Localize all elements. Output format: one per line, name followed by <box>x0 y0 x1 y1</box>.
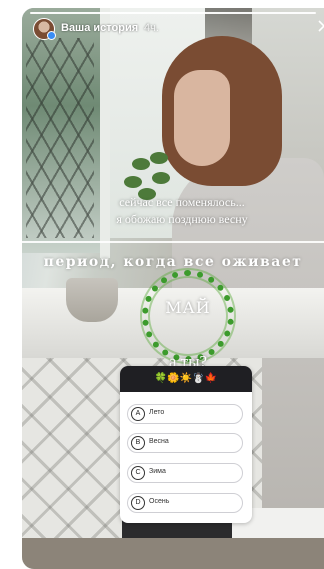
story-timestamp: 4ч. <box>144 22 159 34</box>
floor <box>22 538 324 569</box>
banner-text: период, когда все оживает <box>43 254 303 270</box>
option-letter: B <box>131 436 145 450</box>
story-owner-title[interactable]: Ваша история <box>61 22 138 34</box>
quiz-option-d[interactable]: D Осень <box>127 493 243 513</box>
quiz-sticker: 🍀🌼☀️☃️🍁 A Лето B Весна C Зима D Осень <box>120 366 252 523</box>
person-face <box>174 70 230 166</box>
story-progress-bar <box>30 12 316 14</box>
close-icon[interactable] <box>318 18 324 34</box>
wreath-word: МАЙ <box>165 298 211 317</box>
story-viewer: Ваша история 4ч. сейчас все поменялось..… <box>22 8 324 569</box>
option-letter: D <box>131 496 145 510</box>
quiz-option-a[interactable]: A Лето <box>127 404 243 424</box>
quiz-option-b[interactable]: B Весна <box>127 433 243 453</box>
option-letter: C <box>131 466 145 480</box>
option-letter: A <box>131 407 145 421</box>
quiz-emoji-header: 🍀🌼☀️☃️🍁 <box>120 366 252 392</box>
option-label: Весна <box>149 438 169 445</box>
divider-line <box>22 241 324 243</box>
option-label: Лето <box>149 409 165 416</box>
quiz-option-c[interactable]: C Зима <box>127 463 243 483</box>
option-label: Осень <box>149 498 170 505</box>
add-story-badge-icon <box>47 31 56 40</box>
caption-line-2: я обожаю позднюю весну <box>116 212 248 226</box>
flower-pot <box>66 278 118 322</box>
option-label: Зима <box>149 468 166 475</box>
caption-line-1: сейчас все поменялось... <box>119 195 245 209</box>
